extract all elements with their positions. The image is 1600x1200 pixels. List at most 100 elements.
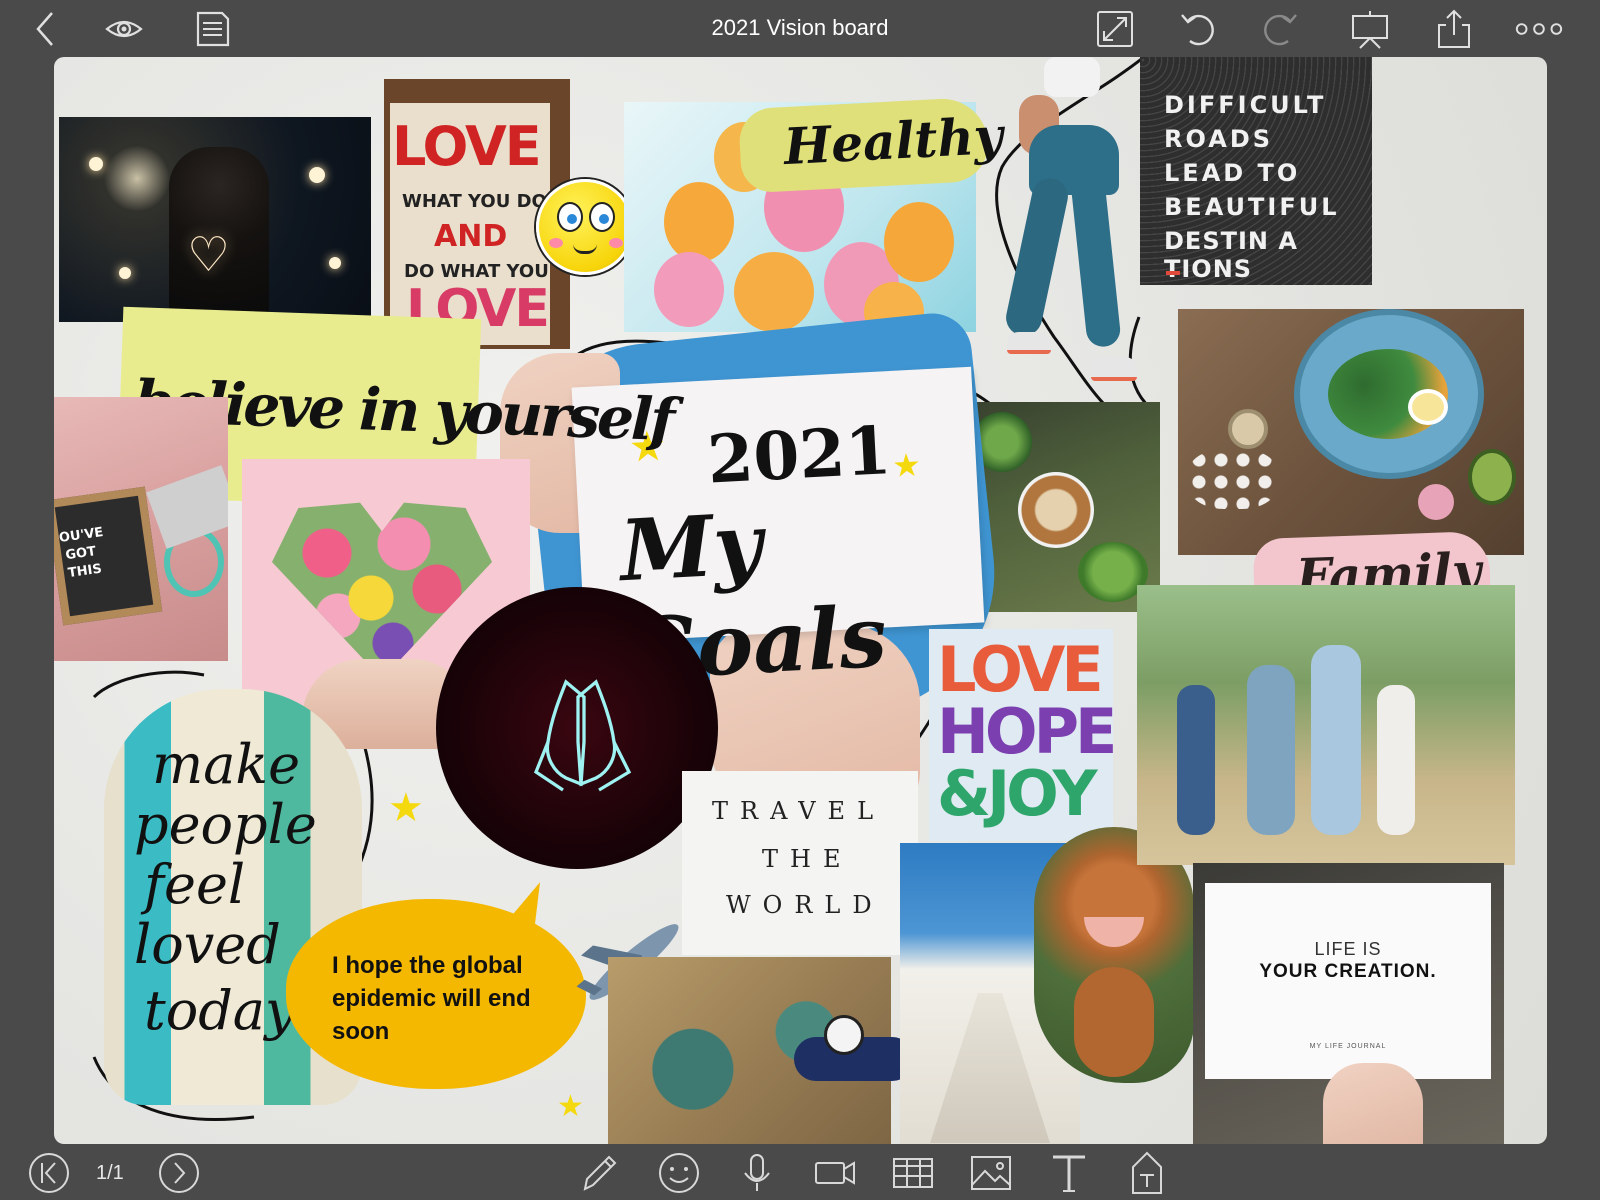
bokeh-light	[89, 157, 103, 171]
radish-slice	[1418, 484, 1454, 520]
life-card-line1: LIFE IS	[1314, 939, 1382, 959]
difficult-roads-line5: DESTIN A TIONS	[1164, 227, 1298, 283]
emoji-cheek	[549, 238, 563, 248]
heart-light-icon: ♡	[187, 229, 231, 282]
speech-bubble-text: I hope the global epidemic will end soon	[332, 952, 531, 1045]
balloon-orange	[884, 202, 954, 282]
photo-love-hope-joy[interactable]: LOVE HOPE &JOY	[929, 629, 1113, 841]
photo-youve-got-this[interactable]: OU'VE GOT THIS	[54, 397, 228, 661]
emoji-eye	[557, 202, 583, 232]
seed-bowl	[1228, 409, 1268, 449]
sneaker	[1091, 357, 1137, 381]
travel-tiles-line1: TRAVEL	[712, 797, 886, 825]
bokeh-light	[329, 257, 341, 269]
hand	[1323, 1063, 1423, 1144]
bokeh-light	[119, 267, 131, 279]
feel-text: feel	[144, 853, 246, 916]
love-sign-line1: LOVE	[392, 115, 542, 178]
loved-text: loved	[134, 913, 281, 976]
leggings-leg	[1070, 175, 1122, 349]
white-blossoms	[1188, 449, 1278, 509]
travel-the-world-tiles[interactable]: TRAVEL THE WORLD	[682, 771, 918, 955]
emoji-sticker-icon[interactable]	[536, 179, 634, 275]
laptop	[146, 465, 228, 549]
redo-icon[interactable]	[1258, 7, 1302, 51]
difficult-roads-line2: ROADS	[1164, 125, 1274, 153]
photo-family-walking[interactable]	[1137, 585, 1515, 865]
sports-bra	[1044, 57, 1100, 97]
undo-icon[interactable]	[1176, 7, 1220, 51]
microphone-icon[interactable]	[734, 1150, 780, 1196]
travel-tiles-line2: THE	[762, 845, 853, 873]
sticker-icon[interactable]	[656, 1150, 702, 1196]
star-icon: ★	[388, 786, 424, 830]
life-card-line2: YOUR CREATION.	[1259, 961, 1437, 982]
back-icon[interactable]	[24, 7, 68, 51]
image-icon[interactable]	[968, 1150, 1014, 1196]
photo-coffee-plants[interactable]	[968, 402, 1160, 612]
emoji-eye	[589, 202, 615, 232]
previous-page-icon[interactable]	[26, 1150, 72, 1196]
balloon-orange	[734, 252, 814, 332]
difficult-roads-line3: LEAD TO	[1164, 159, 1301, 187]
video-icon[interactable]	[812, 1150, 858, 1196]
emoji-cheek	[609, 238, 623, 248]
eye-icon[interactable]	[102, 7, 146, 51]
family-member	[1311, 645, 1361, 835]
travel-tiles-line3: WORLD	[726, 891, 884, 919]
youve-got-this-line3: THIS	[67, 561, 103, 582]
dog-tongue	[1084, 917, 1144, 947]
page-indicator: 1/1	[96, 1162, 124, 1184]
neon-praying-hands-icon[interactable]	[436, 587, 718, 869]
healthy-label[interactable]: Healthy	[737, 96, 1004, 194]
text-icon[interactable]	[1046, 1150, 1092, 1196]
difficult-roads-line4: BEAUTIFUL	[1164, 193, 1340, 221]
youve-got-this-line2: GOT	[64, 544, 97, 564]
vision-board-canvas[interactable]: ♡ LOVE WHAT YOU DO AND DO WHAT YOU LOVE …	[54, 57, 1547, 1144]
make-text: make	[152, 733, 301, 796]
love-sign-line3: AND	[434, 219, 508, 254]
speech-bubble[interactable]: I hope the global epidemic will end soon	[286, 874, 586, 1103]
sneaker	[1007, 332, 1051, 354]
love-hope-joy-line3: &JOY	[937, 757, 1098, 830]
goals-year: 2021	[705, 411, 894, 499]
photo-girl-heart-lights[interactable]: ♡	[59, 117, 371, 322]
table-icon[interactable]	[890, 1150, 936, 1196]
family-member	[1247, 665, 1295, 835]
latte-cup	[1018, 472, 1094, 548]
stairs	[930, 993, 1050, 1143]
presentation-icon[interactable]	[1348, 7, 1392, 51]
balloon-orange	[664, 182, 734, 262]
avocado	[1468, 449, 1516, 505]
people-text: people	[134, 793, 317, 856]
letterboard-frame: OU'VE GOT THIS	[54, 486, 163, 626]
bottom-toolbar: 1/1	[0, 1146, 1600, 1200]
leggings-leg	[1002, 175, 1072, 339]
dog-body	[1074, 967, 1154, 1077]
more-icon[interactable]	[1512, 7, 1566, 51]
egg	[1408, 389, 1448, 425]
next-page-icon[interactable]	[156, 1150, 202, 1196]
top-toolbar: 2021 Vision board	[0, 0, 1600, 58]
letterboard-dash	[1166, 271, 1180, 275]
bokeh-light	[309, 167, 325, 183]
healthy-text: Healthy	[782, 105, 1005, 177]
youve-got-this-line1: OU'VE	[58, 524, 105, 547]
photo-difficult-roads-letterboard[interactable]: DIFFICULT ROADS LEAD TO BEAUTIFUL DESTIN…	[1140, 57, 1372, 285]
photo-life-is-your-creation[interactable]: LIFE IS YOUR CREATION. MY LIFE JOURNAL	[1193, 863, 1504, 1144]
today-text: today	[144, 979, 296, 1042]
textbox-icon[interactable]	[1124, 1150, 1170, 1196]
share-icon[interactable]	[1432, 7, 1476, 51]
document-icon[interactable]	[190, 7, 234, 51]
star-icon: ★	[891, 446, 922, 484]
family-member	[1377, 685, 1415, 835]
fullscreen-icon[interactable]	[1093, 7, 1137, 51]
life-card: LIFE IS YOUR CREATION. MY LIFE JOURNAL	[1205, 883, 1491, 1079]
life-card-footer: MY LIFE JOURNAL	[1309, 1043, 1387, 1050]
balloon-pink	[654, 252, 724, 327]
photo-running-woman[interactable]	[999, 57, 1149, 402]
pen-icon[interactable]	[576, 1150, 622, 1196]
photo-healthy-food[interactable]	[1178, 309, 1524, 555]
photo-dog[interactable]	[1034, 827, 1194, 1083]
difficult-roads-line1: DIFFICULT	[1164, 91, 1327, 119]
